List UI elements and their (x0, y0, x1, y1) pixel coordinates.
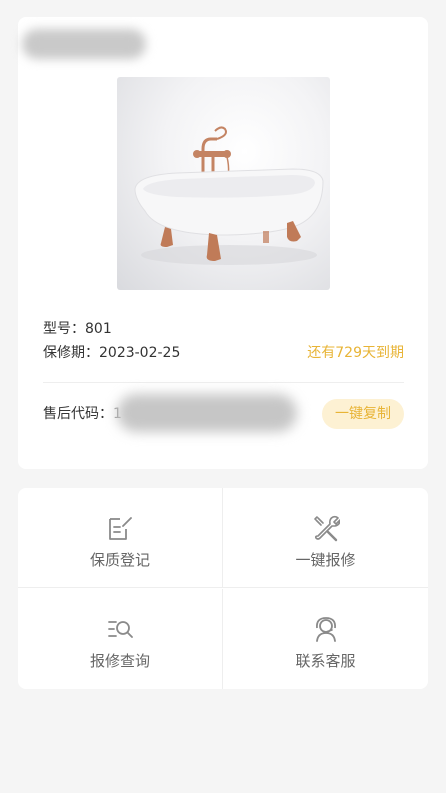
expire-note: 还有729天到期 (307, 345, 404, 361)
menu-label: 保质登记 (89, 551, 150, 569)
search-list-icon (106, 615, 134, 643)
copy-code-button[interactable]: 一键复制 (322, 399, 404, 429)
repair-tools-icon (312, 514, 341, 542)
menu-item-repair-request[interactable]: 一键报修 (223, 488, 428, 588)
edit-document-icon (106, 514, 134, 542)
customer-service-icon (312, 615, 340, 643)
bathtub-illustration (134, 126, 324, 265)
menu-item-repair-query[interactable]: 报修查询 (18, 589, 223, 689)
menu-label: 一键报修 (295, 551, 356, 569)
menu-item-customer-service[interactable]: 联系客服 (223, 589, 428, 689)
warranty-value: 2023-02-25 (99, 345, 181, 361)
aftersale-label: 售后代码： (43, 406, 113, 422)
model-value: 801 (85, 321, 112, 337)
menu-label: 报修查询 (89, 652, 150, 670)
warranty-label: 保修期： (43, 345, 99, 361)
warranty-line: 保修期：2023-02-25 还有729天到期 (43, 344, 404, 362)
menu-item-warranty-register[interactable]: 保质登记 (18, 488, 223, 588)
product-card: 型号：801 保修期：2023-02-25 还有729天到期 售后代码：1 一键… (18, 17, 428, 469)
model-label: 型号： (43, 321, 85, 337)
model-line: 型号：801 (43, 320, 404, 338)
divider (43, 382, 404, 383)
menu-label: 联系客服 (295, 652, 356, 670)
service-menu: 保质登记 一键报修 报修查询 联系客服 (18, 488, 428, 689)
blurred-product-name (22, 29, 146, 59)
blurred-aftersale-code (117, 394, 297, 432)
product-image (117, 77, 330, 290)
